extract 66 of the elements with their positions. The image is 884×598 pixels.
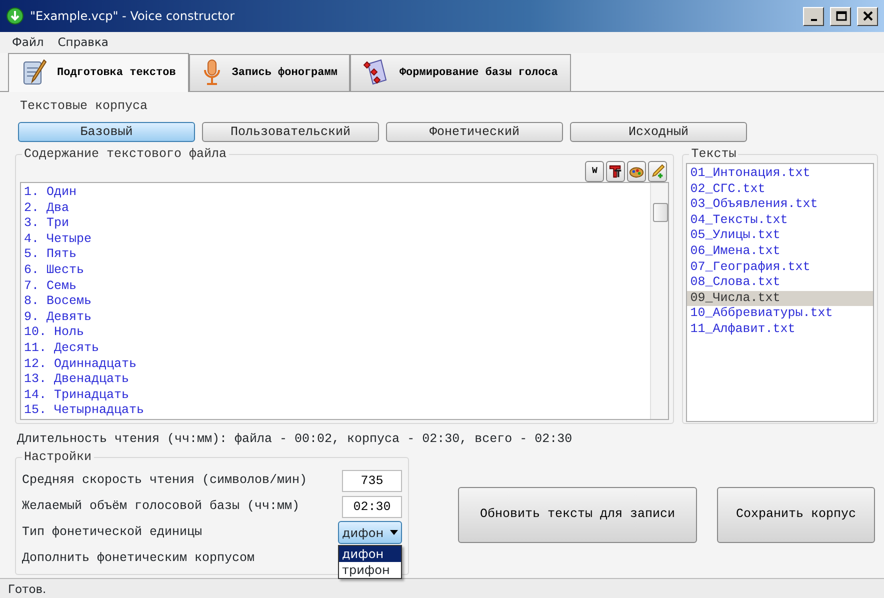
file-list-item[interactable]: 09_Числа.txt <box>687 290 873 306</box>
text-line: 5. Пять <box>24 247 78 263</box>
group-title: Содержание текстового файла <box>22 146 229 162</box>
update-texts-button[interactable]: Обновить тексты для записи <box>458 486 697 543</box>
field-label: Тип фонетической единицы <box>22 524 202 542</box>
field-label: Средняя скорость чтения (символов/мин) <box>22 472 308 490</box>
caret-icon <box>390 530 398 536</box>
text-line: 8. Восемь <box>24 294 93 310</box>
word-tool-button[interactable]: W <box>585 161 604 182</box>
file-list-item[interactable]: 07_География.txt <box>687 260 873 276</box>
status-text: Готов. <box>0 578 884 598</box>
file-list-item[interactable]: 11_Алфавит.txt <box>687 322 873 338</box>
text-field[interactable]: 735 <box>342 470 402 492</box>
app-icon <box>6 7 24 25</box>
text-line: 15. Четырнадцать <box>24 403 146 419</box>
file-list-item[interactable]: 06_Имена.txt <box>687 244 873 260</box>
file-list-item[interactable]: 04_Тексты.txt <box>687 212 873 228</box>
text-line: 7. Семь <box>24 278 78 294</box>
file-list-item[interactable]: 02_СГС.txt <box>687 182 873 198</box>
window-title: "Example.vcp" - Voice constructor <box>30 8 236 25</box>
text-line: 13. Двенадцать <box>24 372 130 388</box>
text-line: 12. Одиннадцать <box>24 356 138 372</box>
group-title: Настройки <box>22 448 94 465</box>
dropdown[interactable]: дифон <box>338 521 402 544</box>
text-line: 2. Два <box>24 200 70 216</box>
text-line: 4. Четыре <box>24 232 93 248</box>
close-button[interactable] <box>857 6 878 26</box>
scrollbar[interactable] <box>650 183 668 419</box>
file-list-item[interactable]: 08_Слова.txt <box>687 275 873 291</box>
file-list-item[interactable]: 05_Улицы.txt <box>687 228 873 244</box>
corpus-button[interactable]: Фонетический <box>386 122 563 142</box>
file-list-item[interactable]: 03_Объявления.txt <box>687 197 873 213</box>
field-label: Желаемый объём голосовой базы (чч:мм) <box>22 498 300 516</box>
corpus-button[interactable]: Базовый <box>18 122 195 142</box>
dropdown-option[interactable]: дифон <box>339 546 401 562</box>
tab[interactable]: Запись фонограмм <box>188 54 350 91</box>
text-line: 14. Тринадцать <box>24 388 130 404</box>
save-corpus-button[interactable]: Сохранить корпус <box>717 486 875 543</box>
pencil-add-button[interactable] <box>648 161 668 182</box>
corpus-button[interactable]: Пользовательский <box>202 122 379 142</box>
text-line: 10. Ноль <box>24 325 86 341</box>
tab[interactable]: Формирование базы голоса <box>350 54 571 91</box>
microphone-icon <box>202 59 222 87</box>
minimize-icon <box>810 19 816 21</box>
text-line: 3. Три <box>24 216 70 232</box>
text-line: 6. Шесть <box>24 262 86 279</box>
file-list-item[interactable]: 01_Интонация.txt <box>687 166 873 182</box>
text-line: 1. Один <box>24 185 78 201</box>
minimize-button[interactable] <box>803 6 824 26</box>
text-line: 11. Десять <box>24 340 100 357</box>
tab[interactable]: Подготовка текстов <box>8 53 189 92</box>
text-field[interactable]: 02:30 <box>342 496 402 518</box>
group-title: Текстовые корпуса <box>18 98 150 114</box>
file-list-item[interactable]: 10_Аббревиатуры.txt <box>687 306 873 322</box>
palette-button[interactable] <box>627 161 646 182</box>
text-line: 9. Девять <box>24 310 93 326</box>
menu-item[interactable]: Справка <box>58 34 108 52</box>
duration-text: Длительность чтения (чч:мм): файла - 00:02, корпуса - 02:30, всего - 02:30 <box>16 431 574 448</box>
text-color-button[interactable] <box>606 161 626 182</box>
close-icon <box>862 10 874 22</box>
field-label: Дополнить фонетическим корпусом <box>22 550 255 568</box>
dropdown-option[interactable]: трифон <box>339 562 401 578</box>
maximize-icon <box>834 10 846 22</box>
maximize-button[interactable] <box>830 6 851 26</box>
corpus-button[interactable]: Исходный <box>570 122 747 142</box>
menu-item[interactable]: Файл <box>12 34 44 52</box>
